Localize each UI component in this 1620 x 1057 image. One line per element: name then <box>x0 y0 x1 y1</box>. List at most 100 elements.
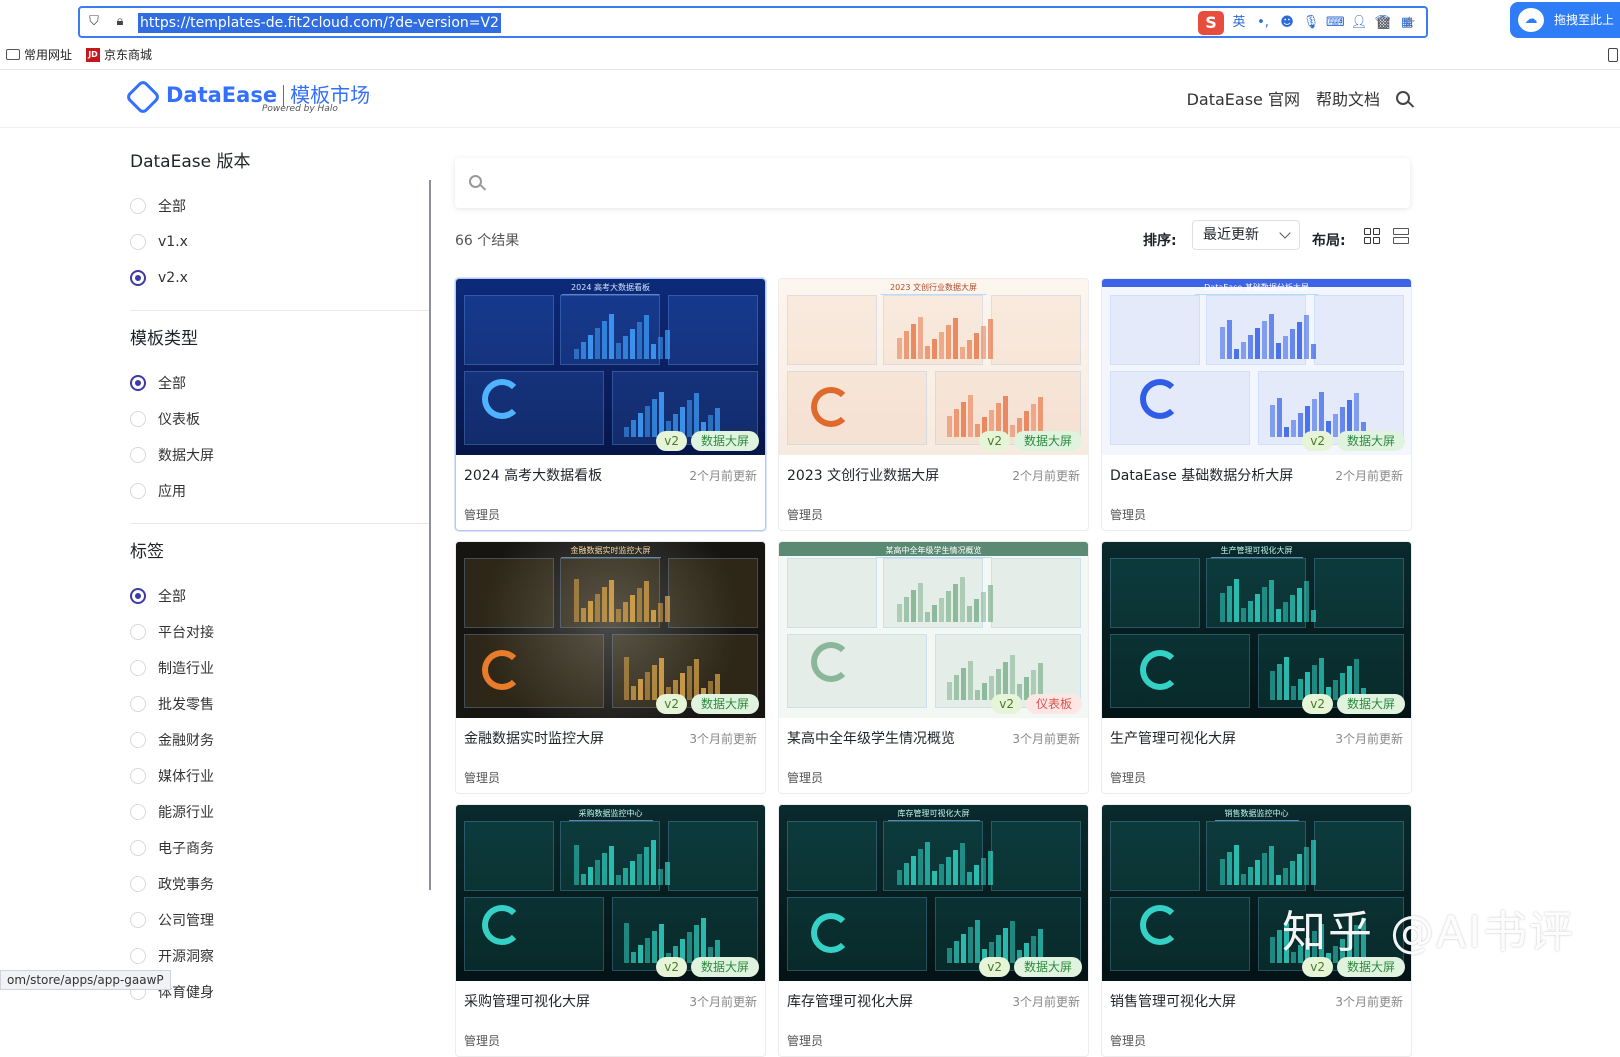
version-option[interactable]: v2.x <box>130 260 430 296</box>
microphone-icon[interactable]: 🎙︎ <box>1302 14 1320 32</box>
template-thumbnail[interactable]: 采购数据监控中心 v2 数据大屏 <box>456 805 765 981</box>
template-card[interactable]: 金融数据实时监控大屏 v2 数据大屏 金融数据实时监控大屏 3个月前更新 管理员 <box>455 541 766 794</box>
thumbnail-donut <box>482 905 522 945</box>
radio-icon[interactable] <box>130 660 146 676</box>
bookmark-jd[interactable]: JD 京东商城 <box>86 46 152 63</box>
version-badge: v2 <box>1302 694 1333 714</box>
tag-option[interactable]: 媒体行业 <box>130 758 430 794</box>
radio-icon[interactable] <box>130 948 146 964</box>
radio-icon[interactable] <box>130 447 146 463</box>
type-option[interactable]: 仪表板 <box>130 401 430 437</box>
radio-icon[interactable] <box>130 732 146 748</box>
template-thumbnail[interactable]: DataEase 基础数据分析大屏 v2 数据大屏 <box>1102 279 1411 455</box>
baidu-upload-button[interactable]: ☁ 拖拽至此上传 <box>1510 2 1620 63</box>
template-name[interactable]: 生产管理可视化大屏 <box>1110 728 1236 748</box>
template-name[interactable]: 2024 高考大数据看板 <box>464 465 602 485</box>
radio-icon[interactable] <box>130 198 146 214</box>
ime-language-label[interactable]: 英 <box>1230 14 1248 32</box>
tag-option[interactable]: 批发零售 <box>130 686 430 722</box>
version-option[interactable]: 全部 <box>130 188 430 224</box>
thumbnail-panel <box>464 558 554 628</box>
template-card[interactable]: 采购数据监控中心 v2 数据大屏 采购管理可视化大屏 3个月前更新 管理员 <box>455 804 766 1057</box>
type-option[interactable]: 全部 <box>130 365 430 401</box>
author-name: 管理员 <box>1110 508 1147 522</box>
bookmark-common[interactable]: 常用网址 <box>6 46 72 63</box>
template-name[interactable]: 库存管理可视化大屏 <box>787 991 913 1011</box>
tag-option[interactable]: 制造行业 <box>130 650 430 686</box>
tag-option[interactable]: 全部 <box>130 578 430 614</box>
radio-icon[interactable] <box>130 804 146 820</box>
sogou-icon[interactable]: S <box>1198 11 1224 35</box>
template-name[interactable]: 某高中全年级学生情况概览 <box>787 728 955 748</box>
search-icon[interactable] <box>1396 91 1410 105</box>
template-name[interactable]: 2023 文创行业数据大屏 <box>787 465 939 485</box>
tag-option[interactable]: 公司管理 <box>130 902 430 938</box>
star-icon[interactable]: ☆ <box>1403 13 1416 31</box>
tag-option[interactable]: 开源洞察 <box>130 938 430 974</box>
list-layout-icon[interactable] <box>1393 228 1409 244</box>
radio-icon[interactable] <box>130 483 146 499</box>
template-name[interactable]: 采购管理可视化大屏 <box>464 991 590 1011</box>
powered-by: Powered by Halo <box>262 104 338 114</box>
keyboard-icon[interactable]: ⌨ <box>1326 14 1345 32</box>
version-badge: v2 <box>991 694 1022 714</box>
radio-icon[interactable] <box>130 270 146 286</box>
template-thumbnail[interactable]: 2024 高考大数据看板 v2 数据大屏 <box>456 279 765 455</box>
radio-icon[interactable] <box>130 840 146 856</box>
version-option[interactable]: v1.x <box>130 224 430 260</box>
radio-icon[interactable] <box>130 624 146 640</box>
type-option[interactable]: 应用 <box>130 473 430 509</box>
tag-option[interactable]: 体育健身 <box>130 974 430 1010</box>
template-thumbnail[interactable]: 库存管理可视化大屏 v2 数据大屏 <box>779 805 1088 981</box>
radio-icon[interactable] <box>130 375 146 391</box>
update-time: 3个月前更新 <box>1335 995 1403 1009</box>
url-text[interactable]: https://templates-de.fit2cloud.com/?de-v… <box>138 13 501 33</box>
template-thumbnail[interactable]: 金融数据实时监控大屏 v2 数据大屏 <box>456 542 765 718</box>
template-name[interactable]: 销售管理可视化大屏 <box>1110 991 1236 1011</box>
tag-option[interactable]: 平台对接 <box>130 614 430 650</box>
radio-icon[interactable] <box>130 876 146 892</box>
radio-icon[interactable] <box>130 411 146 427</box>
type-badge: 数据大屏 <box>690 431 759 451</box>
tag-option-label: 媒体行业 <box>158 769 214 785</box>
thumbnail-panel <box>668 295 758 365</box>
template-name[interactable]: DataEase 基础数据分析大屏 <box>1110 465 1293 485</box>
sort-select[interactable]: 最近更新 <box>1192 220 1300 250</box>
user-icon[interactable]: 👤︎ <box>1350 14 1368 32</box>
tag-option-label: 批发零售 <box>158 697 214 713</box>
mobile-bookmarks-icon[interactable] <box>1608 48 1618 62</box>
address-bar[interactable]: ⛉ 🔒︎ https://templates-de.fit2cloud.com/… <box>78 6 1428 38</box>
template-thumbnail[interactable]: 2023 文创行业数据大屏 v2 数据大屏 <box>779 279 1088 455</box>
sidebar-scrollbar[interactable] <box>429 180 431 890</box>
tag-option[interactable]: 电子商务 <box>130 830 430 866</box>
template-thumbnail[interactable]: 生产管理可视化大屏 v2 数据大屏 <box>1102 542 1411 718</box>
tag-option[interactable]: 政党事务 <box>130 866 430 902</box>
radio-icon[interactable] <box>130 588 146 604</box>
tag-option[interactable]: 能源行业 <box>130 794 430 830</box>
thumbnail-panel <box>1314 821 1404 891</box>
template-card[interactable]: DataEase 基础数据分析大屏 v2 数据大屏 DataEase 基础数据分析大屏… <box>1101 278 1412 531</box>
radio-icon[interactable] <box>130 768 146 784</box>
radio-icon[interactable] <box>130 696 146 712</box>
template-card[interactable]: 2023 文创行业数据大屏 v2 数据大屏 2023 文创行业数据大屏 2个月前更新 管理… <box>778 278 1089 531</box>
nav-help-docs[interactable]: 帮助文档 <box>1316 86 1380 110</box>
type-option[interactable]: 数据大屏 <box>130 437 430 473</box>
grid-layout-icon[interactable] <box>1364 228 1380 244</box>
radio-icon[interactable] <box>130 912 146 928</box>
template-search-input[interactable] <box>455 158 1410 208</box>
nav-official-site[interactable]: DataEase 官网 <box>1187 86 1300 110</box>
qr-code-icon[interactable]: ▩ <box>1376 13 1390 31</box>
punctuation-icon[interactable]: •, <box>1254 14 1272 32</box>
tag-option[interactable]: 金融财务 <box>130 722 430 758</box>
radio-icon[interactable] <box>130 234 146 250</box>
template-card[interactable]: 库存管理可视化大屏 v2 数据大屏 库存管理可视化大屏 3个月前更新 管理员 <box>778 804 1089 1057</box>
thumbnail-donut <box>1140 905 1180 945</box>
template-card[interactable]: 2024 高考大数据看板 v2 数据大屏 2024 高考大数据看板 2个月前更新 管理员 <box>455 278 766 531</box>
sort-value: 最近更新 <box>1203 227 1259 243</box>
template-card[interactable]: 生产管理可视化大屏 v2 数据大屏 生产管理可视化大屏 3个月前更新 管理员 <box>1101 541 1412 794</box>
template-name[interactable]: 金融数据实时监控大屏 <box>464 728 604 748</box>
template-thumbnail[interactable]: 某高中全年级学生情况概览 v2 仪表板 <box>779 542 1088 718</box>
thumbnail-bars <box>574 572 670 622</box>
emoji-icon[interactable]: ☻ <box>1278 14 1296 32</box>
template-card[interactable]: 某高中全年级学生情况概览 v2 仪表板 某高中全年级学生情况概览 3个月前更新 管理员 <box>778 541 1089 794</box>
